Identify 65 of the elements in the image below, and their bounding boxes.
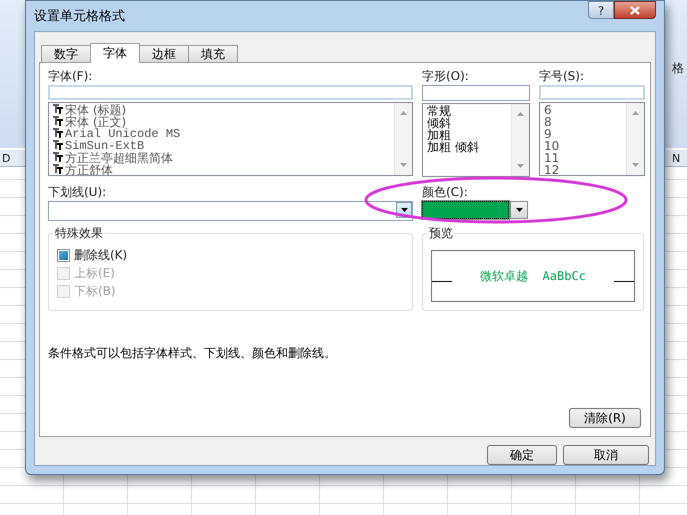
- font-list-item[interactable]: 宋体 (标题): [65, 104, 126, 116]
- size-list-item[interactable]: 8: [544, 116, 552, 128]
- cancel-button[interactable]: 取消: [563, 445, 649, 465]
- checkbox-label: 删除线(K): [74, 246, 128, 264]
- size-list-item[interactable]: 10: [544, 140, 560, 152]
- truetype-icon: [53, 116, 63, 128]
- size-input-field[interactable]: [539, 85, 645, 100]
- font-list-item[interactable]: 方正兰亭超细黑简体: [65, 152, 173, 164]
- help-button[interactable]: ?: [588, 1, 614, 19]
- checkbox-label: 上标(E): [74, 264, 115, 282]
- font-list-item[interactable]: SimSun-ExtB: [65, 140, 144, 152]
- note-text: 条件格式可以包括字体样式、下划线、颜色和删除线。: [48, 345, 337, 362]
- font-input-field[interactable]: [48, 85, 413, 100]
- font-list-item[interactable]: 宋体 (正文): [65, 116, 126, 128]
- underline-dropdown[interactable]: [48, 201, 413, 221]
- dropdown-button[interactable]: [510, 201, 528, 219]
- ok-button[interactable]: 确定: [487, 445, 557, 465]
- tab[interactable]: 填充: [188, 45, 238, 62]
- window-title: 设置单元格格式: [34, 8, 125, 25]
- style-label: 字形(O):: [422, 69, 470, 84]
- color-label: 颜色(C):: [422, 185, 469, 200]
- column-header[interactable]: D: [2, 152, 10, 165]
- checkbox[interactable]: [57, 248, 70, 262]
- style-list-item[interactable]: 常规: [427, 105, 451, 117]
- style-list-item[interactable]: 倾斜: [427, 117, 451, 129]
- down-arrow-icon[interactable]: [517, 164, 524, 168]
- preview-sample-text: 微软卓越 AaBbCc: [480, 268, 586, 284]
- clear-button[interactable]: 清除(R): [569, 408, 641, 428]
- font-list-item[interactable]: Arial Unicode MS: [65, 128, 180, 140]
- caret-icon: [400, 208, 408, 212]
- underline-label: 下划线(U):: [48, 185, 108, 200]
- size-list-item[interactable]: 12: [544, 164, 560, 175]
- style-list-item[interactable]: 加粗: [427, 129, 451, 141]
- group-title: 预览: [427, 226, 455, 240]
- checkbox-label: 下标(B): [74, 282, 116, 300]
- close-icon: [630, 6, 640, 14]
- caret-icon: [516, 208, 522, 212]
- style-list-item[interactable]: 加粗 倾斜: [427, 141, 479, 153]
- close-button[interactable]: [614, 1, 656, 19]
- truetype-icon: [53, 164, 63, 175]
- color-swatch[interactable]: [422, 201, 509, 219]
- size-list-item[interactable]: 6: [544, 104, 552, 116]
- tab[interactable]: 数字: [41, 45, 91, 62]
- size-list-item[interactable]: 9: [544, 128, 552, 140]
- truetype-icon: [53, 128, 63, 140]
- up-arrow-icon[interactable]: [400, 111, 407, 115]
- size-list-item[interactable]: 11: [544, 152, 560, 164]
- tab[interactable]: 边框: [139, 45, 189, 62]
- style-input-field[interactable]: [422, 85, 530, 101]
- column-header[interactable]: N: [672, 152, 680, 165]
- up-arrow-icon[interactable]: [517, 112, 524, 116]
- ribbon-label: 格: [672, 60, 684, 77]
- group-title: 特殊效果: [53, 226, 105, 240]
- scrollbar[interactable]: [511, 104, 529, 176]
- font-label: 字体(F):: [48, 69, 94, 84]
- scrollbar[interactable]: [394, 103, 412, 175]
- tab[interactable]: 字体: [90, 43, 140, 63]
- scrollbar[interactable]: [626, 103, 644, 175]
- truetype-icon: [53, 152, 63, 164]
- up-arrow-icon[interactable]: [632, 111, 639, 115]
- down-arrow-icon[interactable]: [400, 163, 407, 167]
- size-label: 字号(S):: [539, 69, 586, 84]
- truetype-icon: [53, 140, 63, 152]
- down-arrow-icon[interactable]: [632, 163, 639, 167]
- truetype-icon: [53, 104, 63, 116]
